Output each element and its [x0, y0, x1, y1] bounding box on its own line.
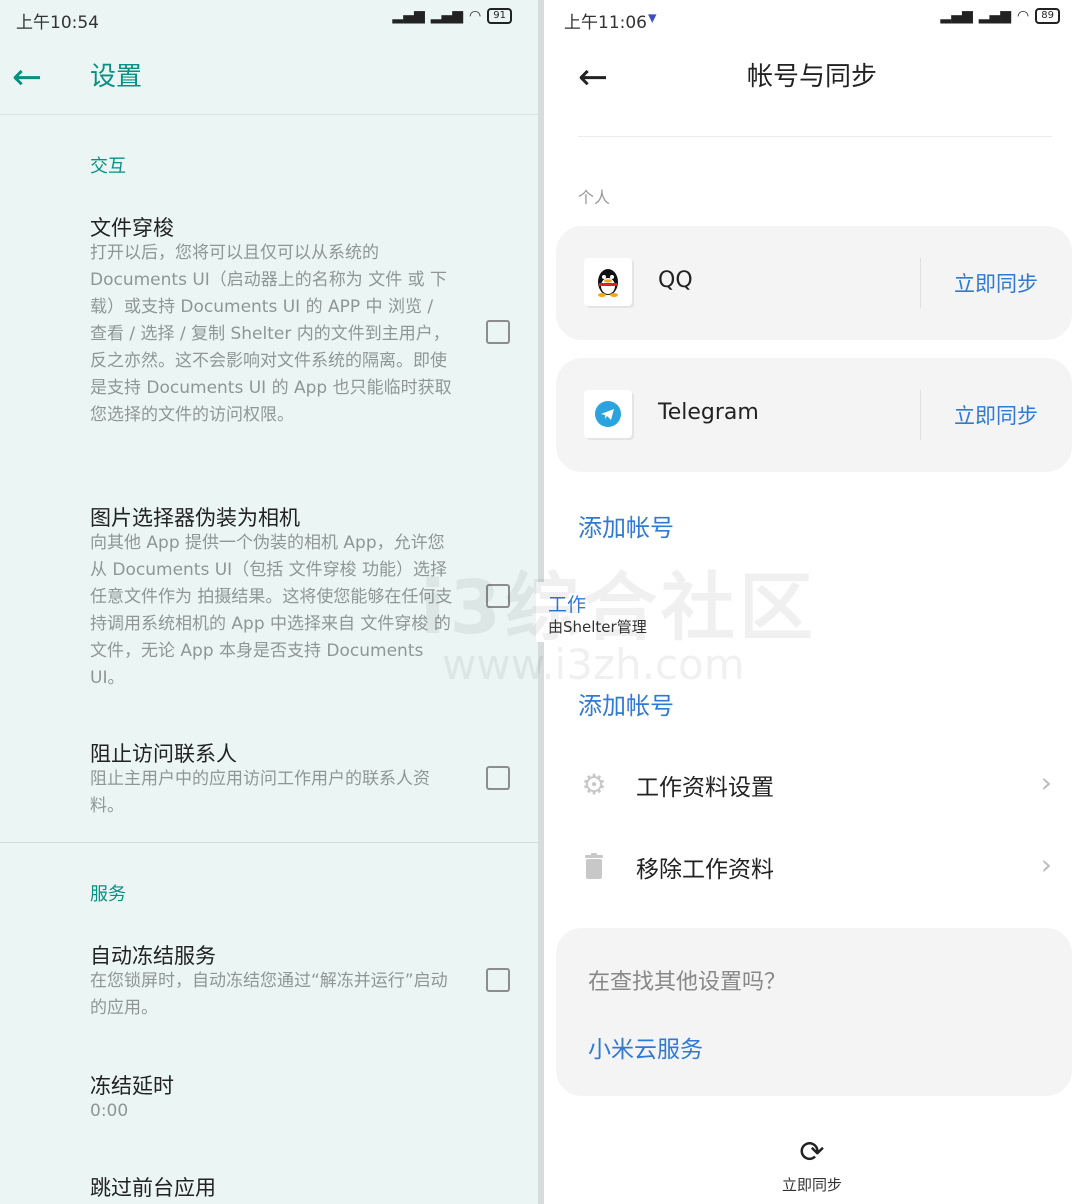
menu-label: 工作资料设置 [636, 775, 774, 801]
mi-cloud-link[interactable]: 小米云服务 [588, 1030, 703, 1064]
account-card-qq[interactable]: QQ 立即同步 [556, 226, 1072, 340]
account-name: QQ [658, 268, 693, 293]
status-time: 上午10:54 [16, 13, 99, 33]
work-profile-settings-row[interactable]: ⚙ 工作资料设置 › [578, 764, 1052, 804]
back-arrow-icon[interactable]: ← [12, 60, 42, 96]
setting-title-file-shuttle[interactable]: 文件穿梭 [90, 212, 174, 242]
app-bar [0, 40, 538, 115]
checkbox-auto-freeze[interactable] [486, 968, 510, 992]
setting-title-camera-proxy[interactable]: 图片选择器伪装为相机 [90, 502, 300, 532]
qq-icon [584, 258, 632, 306]
chevron-right-icon: › [1040, 766, 1052, 799]
header-divider [578, 136, 1052, 137]
section-header-interaction: 交互 [90, 156, 126, 177]
remove-work-profile-row[interactable]: 移除工作资料 › [578, 846, 1052, 886]
wifi-icon: ◠ [1017, 8, 1030, 24]
more-settings-title: 在查找其他设置吗？ [588, 970, 787, 995]
account-card-telegram[interactable]: Telegram 立即同步 [556, 358, 1072, 472]
sync-now-button[interactable]: 立即同步 [954, 400, 1038, 430]
setting-title-auto-freeze[interactable]: 自动冻结服务 [90, 940, 216, 970]
notification-icon: ▾ [648, 8, 657, 28]
section-header-service: 服务 [90, 884, 126, 905]
trash-icon [578, 850, 610, 882]
divider [920, 258, 921, 308]
battery-icon: 91 [487, 8, 512, 24]
gear-icon: ⚙ [581, 767, 607, 801]
signal-icon: ▂▄▆ [430, 8, 464, 24]
divider [920, 390, 921, 440]
telegram-icon [584, 390, 632, 438]
setting-desc-auto-freeze: 在您锁屏时，自动冻结您通过“解冻并运行”启动的应用。 [90, 971, 448, 1018]
chevron-right-icon: › [1040, 848, 1052, 881]
refresh-icon: ⟳ [799, 1135, 825, 1170]
setting-title-freeze-delay[interactable]: 冻结延时 [90, 1070, 174, 1100]
bottom-sync-button[interactable]: ⟳ 立即同步 [544, 1136, 1080, 1195]
wifi-icon: ◠ [469, 8, 482, 24]
signal-icon: ▂▄▆ [978, 8, 1012, 24]
status-icons: ▂▄▆ ▂▄▆ ◠ 89 [940, 8, 1060, 24]
section-divider [0, 842, 538, 843]
setting-value-freeze-delay: 0:00 [90, 1101, 129, 1121]
add-work-account-link[interactable]: 添加帐号 [578, 686, 674, 721]
more-settings-card: 在查找其他设置吗？ 小米云服务 [556, 928, 1072, 1096]
setting-desc-file-shuttle: 打开以后，您将可以且仅可以从系统的 Documents UI（启动器上的名称为 … [90, 243, 452, 425]
setting-title-block-contacts[interactable]: 阻止访问联系人 [90, 738, 237, 768]
section-header-personal: 个人 [578, 188, 611, 207]
checkbox-block-contacts[interactable] [486, 766, 510, 790]
page-title: 设置 [90, 62, 143, 92]
add-account-link[interactable]: 添加帐号 [578, 508, 674, 543]
setting-desc-block-contacts: 阻止主用户中的应用访问工作用户的联系人资料。 [90, 769, 430, 816]
checkbox-file-shuttle[interactable] [486, 320, 510, 344]
status-time: 上午11:06 [564, 13, 647, 33]
watermark-url: www.i3zh.com [442, 640, 745, 689]
signal-icon: ▂▄▆ [940, 8, 973, 24]
menu-label: 移除工作资料 [636, 857, 774, 883]
account-name: Telegram [658, 400, 759, 425]
setting-desc-camera-proxy: 向其他 App 提供一个伪装的相机 App，允许您从 Documents UI（… [90, 533, 453, 688]
bottom-sync-label: 立即同步 [781, 1176, 842, 1194]
page-title: 帐号与同步 [746, 62, 877, 92]
status-icons: ▂▄▆ ▂▄▆ ◠ 91 [392, 8, 512, 24]
battery-icon: 89 [1035, 8, 1060, 24]
watermark-text: i3综合社区 [420, 565, 817, 651]
sync-now-button[interactable]: 立即同步 [954, 268, 1038, 298]
signal-icon: ▂▄▆ [392, 8, 425, 24]
setting-title-skip-foreground[interactable]: 跳过前台应用 [90, 1172, 216, 1202]
